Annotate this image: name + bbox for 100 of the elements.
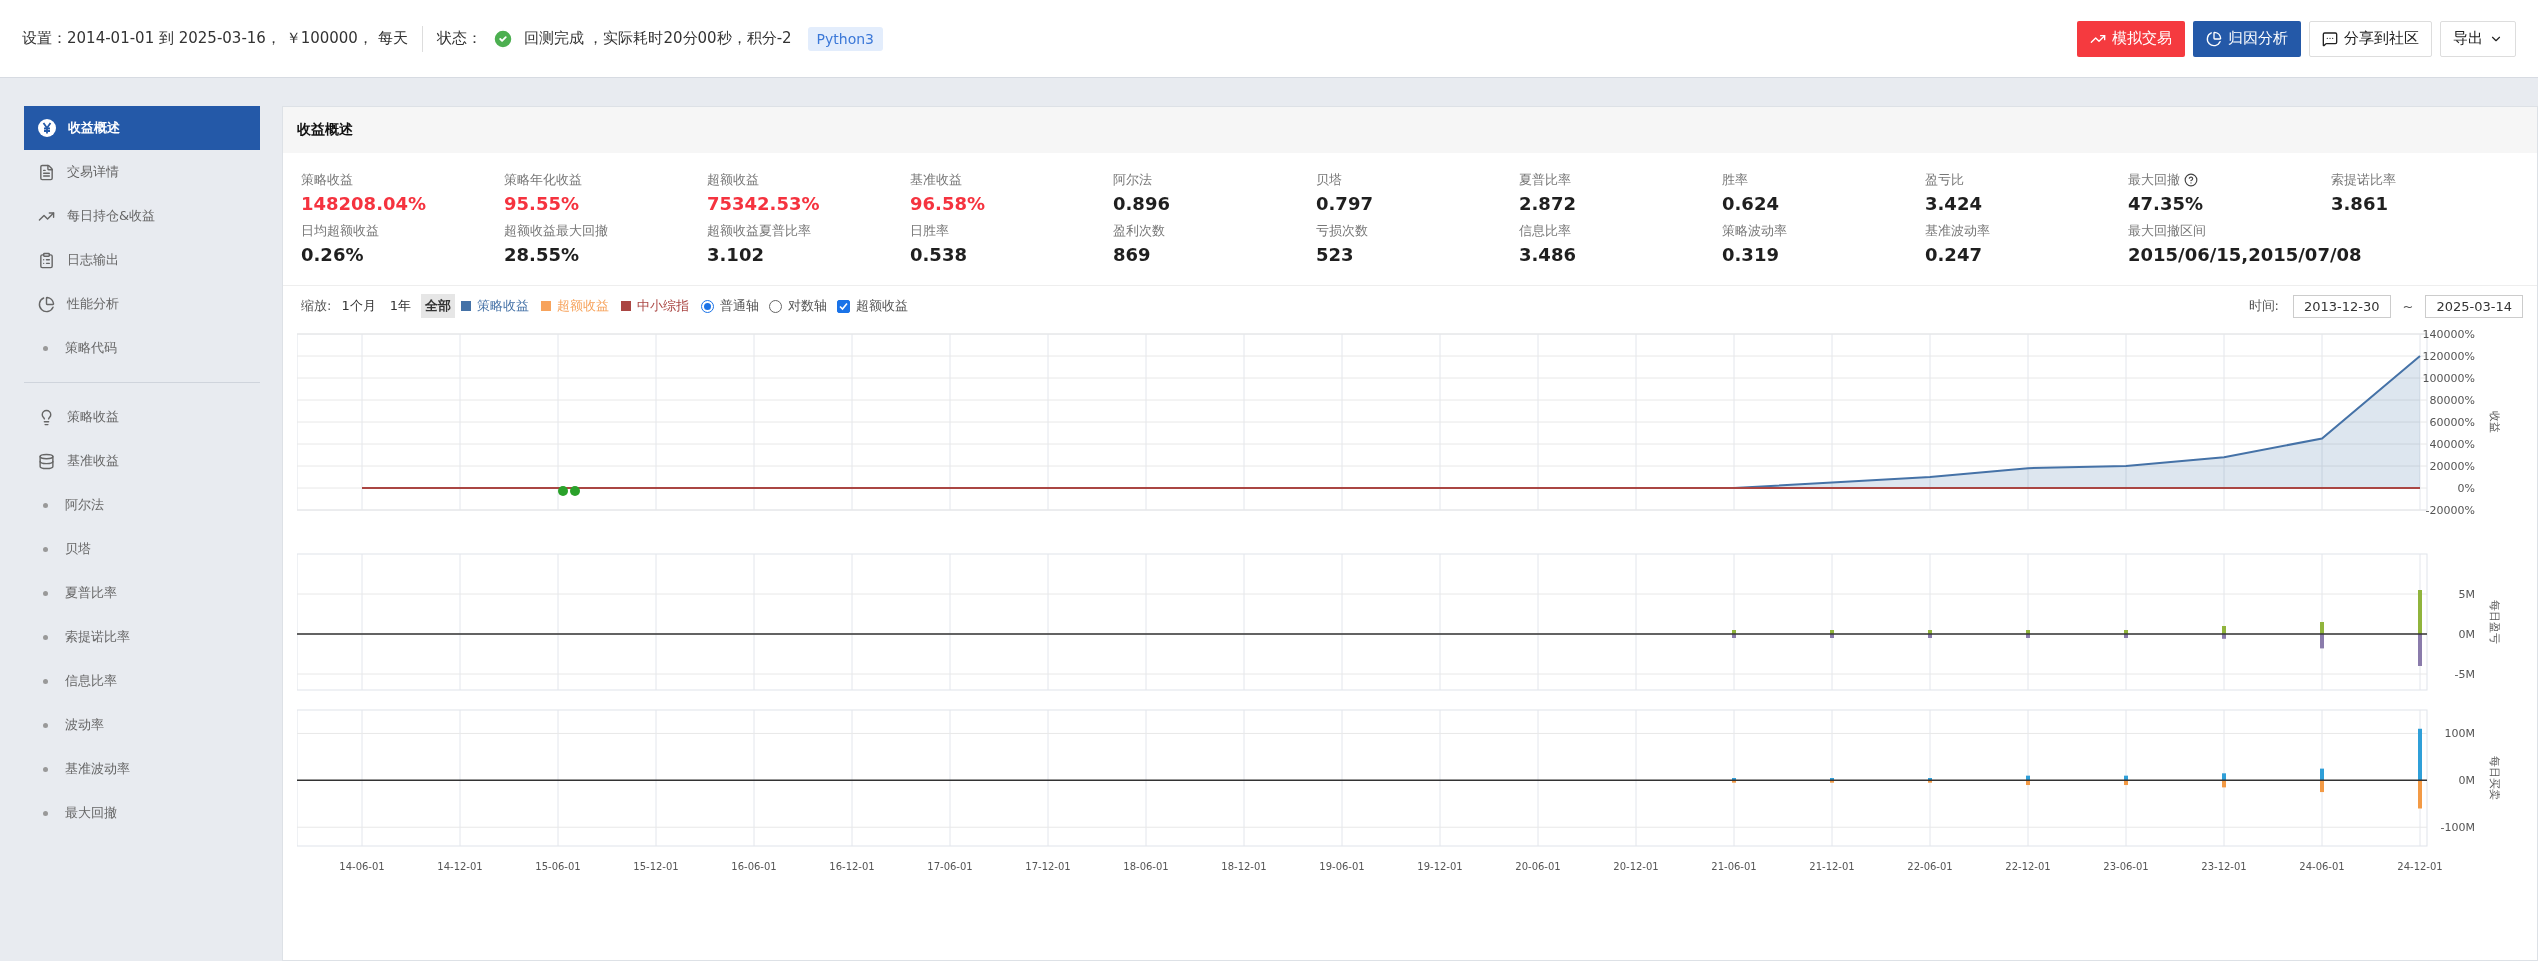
sidebar-item[interactable]: 夏普比率 [24,571,260,615]
axis-label: 23-12-01 [2201,861,2247,872]
axis-title: 每日买卖 [2488,756,2501,800]
axis-label: 19-06-01 [1319,861,1365,872]
metric-label: 策略波动率 [1722,222,1787,240]
axis-label: 100000% [2422,372,2475,385]
metric-label: 亏损次数 [1316,222,1368,240]
metric-value: 148208.04% [301,193,427,214]
metric-label: 最大回撤 [2128,171,2180,189]
legend-label[interactable]: 中小综指 [636,297,689,315]
language-tag: Python3 [807,26,884,51]
axis-label: -5M [2454,668,2475,681]
metric-label: 基准波动率 [1925,222,1990,240]
axis-label: 18-06-01 [1123,861,1169,872]
metric-value: 96.58% [910,193,985,214]
sidebar-item[interactable]: 交易详情 [24,150,260,194]
zoom-button[interactable]: 全部 [420,294,455,318]
metric-label: 盈亏比 [1925,171,1964,189]
axis-label: 21-06-01 [1711,861,1757,872]
axis-label: 20-12-01 [1613,861,1659,872]
metric-label: 夏普比率 [1519,171,1571,189]
sidebar-item[interactable]: 策略收益 [24,395,260,439]
radio-label: 普通轴 [719,297,759,315]
legend-label[interactable]: 策略收益 [476,297,529,315]
metric-value: 0.538 [910,244,967,265]
sidebar-item[interactable]: 策略代码 [24,326,260,370]
axis-label: 40000% [2429,438,2475,451]
axis-label: 0M [2458,628,2475,641]
action-button[interactable]: 归因分析 [2193,20,2301,57]
axis-label: -20000% [2425,504,2475,517]
axis-label: 14-12-01 [437,861,483,872]
metric-label: 索提诺比率 [2331,171,2396,189]
metric-value: 95.55% [504,193,579,214]
metric-label: 策略年化收益 [504,171,582,189]
settings-label: 设置： [22,29,67,48]
sidebar-item[interactable]: 基准波动率 [24,747,260,791]
axis-label: 120000% [2422,350,2475,363]
checkbox-label: 超额收益 [855,297,908,315]
sidebar-item[interactable]: 索提诺比率 [24,615,260,659]
metric-value: 3.486 [1519,244,1576,265]
zoom-button[interactable]: 1年 [385,294,415,318]
axis-label: -100M [2440,821,2475,835]
date-field[interactable]: 2025-03-14 [2425,294,2523,318]
axis-title: 每日盈亏 [2488,600,2501,644]
metric-label: 最大回撤区间 [2128,222,2206,240]
action-button[interactable]: 分享到社区 [2309,20,2432,57]
metric-label: 策略收益 [301,171,353,189]
metric-label: 超额收益最大回撤 [504,222,608,240]
axis-label: 17-06-01 [927,861,973,872]
metric-label: 信息比率 [1519,222,1571,240]
axis-label: 17-12-01 [1025,861,1071,872]
sidebar-item[interactable]: 阿尔法 [24,483,260,527]
metric-value: 0.896 [1113,193,1170,214]
axis-label: 22-06-01 [1907,861,1953,872]
metric-label: 日胜率 [910,222,949,240]
metric-label: 超额收益 [707,171,759,189]
axis-title: 收益 [2488,411,2501,433]
axis-label: 23-06-01 [2103,861,2149,872]
axis-label: 24-06-01 [2299,861,2345,872]
sidebar-item[interactable]: 最大回撤 [24,791,260,835]
radio-label: 对数轴 [787,297,827,315]
metric-label: 超额收益夏普比率 [707,222,811,240]
axis-label: 18-12-01 [1221,861,1267,872]
metric-value: 0.26% [301,244,364,265]
sidebar-item[interactable]: 贝塔 [24,527,260,571]
metric-value: 0.319 [1722,244,1779,265]
metric-label: 阿尔法 [1113,171,1152,189]
axis-label: 15-06-01 [535,861,581,872]
zoom-label: 缩放: [301,297,332,315]
action-button[interactable]: 模拟交易 [2077,20,2185,57]
axis-label: 14-06-01 [339,861,385,872]
metric-label: 贝塔 [1316,171,1342,189]
metric-value: 0.797 [1316,193,1373,214]
metric-label: 盈利次数 [1113,222,1165,240]
metric-value: 3.861 [2331,193,2388,214]
sidebar-item[interactable]: 信息比率 [24,659,260,703]
metric-value: 2.872 [1519,193,1576,214]
metric-label: 日均超额收益 [301,222,379,240]
axis-label: 20-06-01 [1515,861,1561,872]
sidebar-item[interactable]: 波动率 [24,703,260,747]
settings-value: 2014-01-01 到 2025-03-16， ￥100000， 每天 [67,29,408,48]
sidebar-item[interactable]: 性能分析 [24,282,260,326]
axis-label: 0% [2457,482,2475,495]
sidebar-item[interactable]: 日志输出 [24,238,260,282]
axis-label: 100M [2444,727,2475,741]
axis-label: 60000% [2429,416,2475,429]
axis-label: 0M [2458,774,2475,788]
metric-value: 869 [1113,244,1151,265]
status-text: 回测完成 ，实际耗时20分00秒，积分-2 [523,29,792,48]
sidebar-item[interactable]: 基准收益 [24,439,260,483]
axis-label: 20000% [2429,460,2475,473]
range-separator: ~ [2402,298,2414,314]
metric-value: 3.424 [1925,193,1982,214]
metric-value: 2015/06/15,2015/07/08 [2128,244,2362,265]
zoom-button[interactable]: 1个月 [337,294,380,318]
action-button[interactable]: 导出 [2440,20,2516,57]
date-field[interactable]: 2013-12-30 [2292,294,2391,318]
sidebar-item[interactable]: 每日持仓&收益 [24,194,260,238]
axis-label: 21-12-01 [1809,861,1855,872]
sidebar-item[interactable]: 收益概述 [24,106,260,150]
